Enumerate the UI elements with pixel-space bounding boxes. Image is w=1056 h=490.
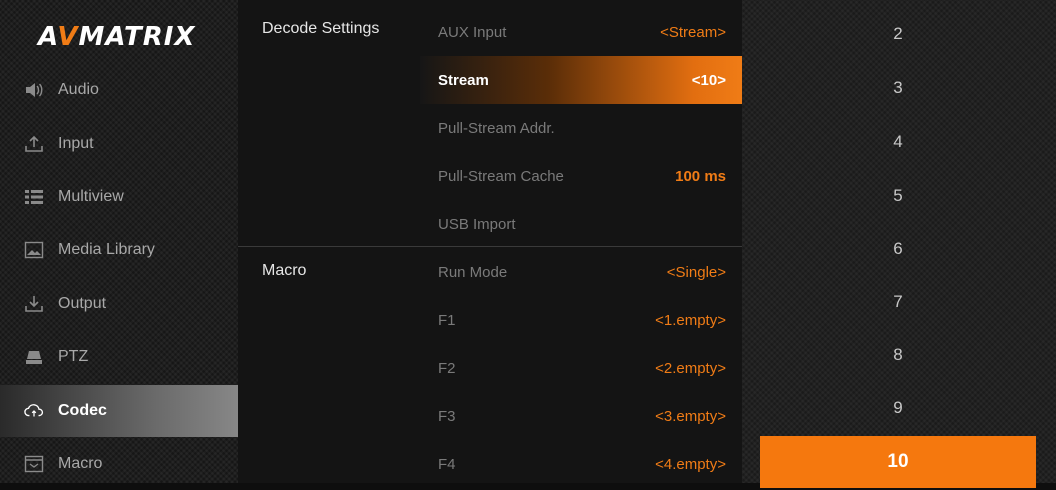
setting-row-f3[interactable]: F3 <3.empty> <box>420 392 742 440</box>
setting-row-f2[interactable]: F2 <2.empty> <box>420 344 742 392</box>
sidebar-item-label: PTZ <box>58 348 89 365</box>
section-divider <box>238 246 742 247</box>
picker-option[interactable]: 5 <box>760 170 1036 222</box>
sidebar-item-label: Audio <box>58 81 99 98</box>
sidebar-item-ptz[interactable]: PTZ <box>0 331 238 383</box>
setting-label: F1 <box>438 311 456 329</box>
setting-label: Run Mode <box>438 263 508 281</box>
picker-option[interactable]: 4 <box>760 116 1036 168</box>
speaker-icon <box>24 81 44 99</box>
setting-label: Stream <box>438 71 489 89</box>
setting-row-pull-stream-addr[interactable]: Pull-Stream Addr. <box>420 104 742 152</box>
setting-row-pull-stream-cache[interactable]: Pull-Stream Cache 100 ms <box>420 152 742 200</box>
sidebar-item-label: Codec <box>58 402 107 419</box>
section-label-decode-settings: Decode Settings <box>262 20 380 37</box>
grid-list-icon <box>24 188 44 206</box>
sidebar-item-multiview[interactable]: Multiview <box>0 171 238 223</box>
picker-option[interactable]: 7 <box>760 276 1036 328</box>
settings-panel: Decode Settings AUX Input <Stream> Strea… <box>238 0 742 483</box>
sidebar-item-input[interactable]: Input <box>0 118 238 170</box>
setting-row-stream[interactable]: Stream <10> <box>420 56 742 104</box>
sidebar-item-label: Multiview <box>58 188 124 205</box>
picker-option[interactable]: 6 <box>760 223 1036 275</box>
setting-row-usb-import[interactable]: USB Import <box>420 200 742 248</box>
sidebar: AVMATRIX Audio Input Multiview Media Lib… <box>0 0 258 483</box>
picker-option[interactable]: 2 <box>760 8 1036 60</box>
setting-value: <Single> <box>666 263 726 281</box>
picker-option[interactable]: 9 <box>760 382 1036 434</box>
setting-label: F3 <box>438 407 456 425</box>
sidebar-item-media-library[interactable]: Media Library <box>0 224 238 276</box>
sidebar-item-label: Output <box>58 295 107 312</box>
sidebar-item-label: Macro <box>58 455 103 472</box>
sidebar-item-output[interactable]: Output <box>0 278 238 330</box>
upload-icon <box>24 135 44 153</box>
setting-label: USB Import <box>438 215 516 233</box>
setting-row-aux-input[interactable]: AUX Input <Stream> <box>420 8 742 56</box>
ptz-camera-icon <box>24 348 44 366</box>
sidebar-item-label: Input <box>58 135 94 152</box>
cloud-sync-icon <box>24 402 44 420</box>
setting-label: F2 <box>438 359 456 377</box>
sidebar-item-audio[interactable]: Audio <box>0 64 238 116</box>
setting-label: Pull-Stream Cache <box>438 167 564 185</box>
setting-row-run-mode[interactable]: Run Mode <Single> <box>420 248 742 296</box>
setting-value: <1.empty> <box>655 311 726 329</box>
avmatrix-logo: AVMATRIX <box>38 22 196 52</box>
image-icon <box>24 241 44 259</box>
setting-value: <10> <box>691 71 726 89</box>
setting-value: <Stream> <box>660 23 726 41</box>
macro-window-icon <box>24 455 44 473</box>
setting-value: <2.empty> <box>655 359 726 377</box>
section-label-macro: Macro <box>262 262 307 279</box>
setting-label: AUX Input <box>438 23 507 41</box>
setting-label: F4 <box>438 455 456 473</box>
picker-option[interactable]: 8 <box>760 329 1036 381</box>
setting-value: 100 ms <box>675 167 726 185</box>
picker-option-selected[interactable]: 10 <box>760 436 1036 488</box>
picker-option[interactable]: 3 <box>760 62 1036 114</box>
setting-value: <4.empty> <box>655 455 726 473</box>
sidebar-item-codec[interactable]: Codec <box>0 385 258 437</box>
setting-label: Pull-Stream Addr. <box>438 119 555 137</box>
sidebar-item-macro[interactable]: Macro <box>0 438 238 490</box>
stream-value-picker: 2 3 4 5 6 7 8 9 10 <box>742 0 1056 488</box>
sidebar-item-label: Media Library <box>58 241 155 258</box>
setting-row-f1[interactable]: F1 <1.empty> <box>420 296 742 344</box>
setting-value: <3.empty> <box>655 407 726 425</box>
setting-row-f4[interactable]: F4 <4.empty> <box>420 440 742 488</box>
download-icon <box>24 295 44 313</box>
